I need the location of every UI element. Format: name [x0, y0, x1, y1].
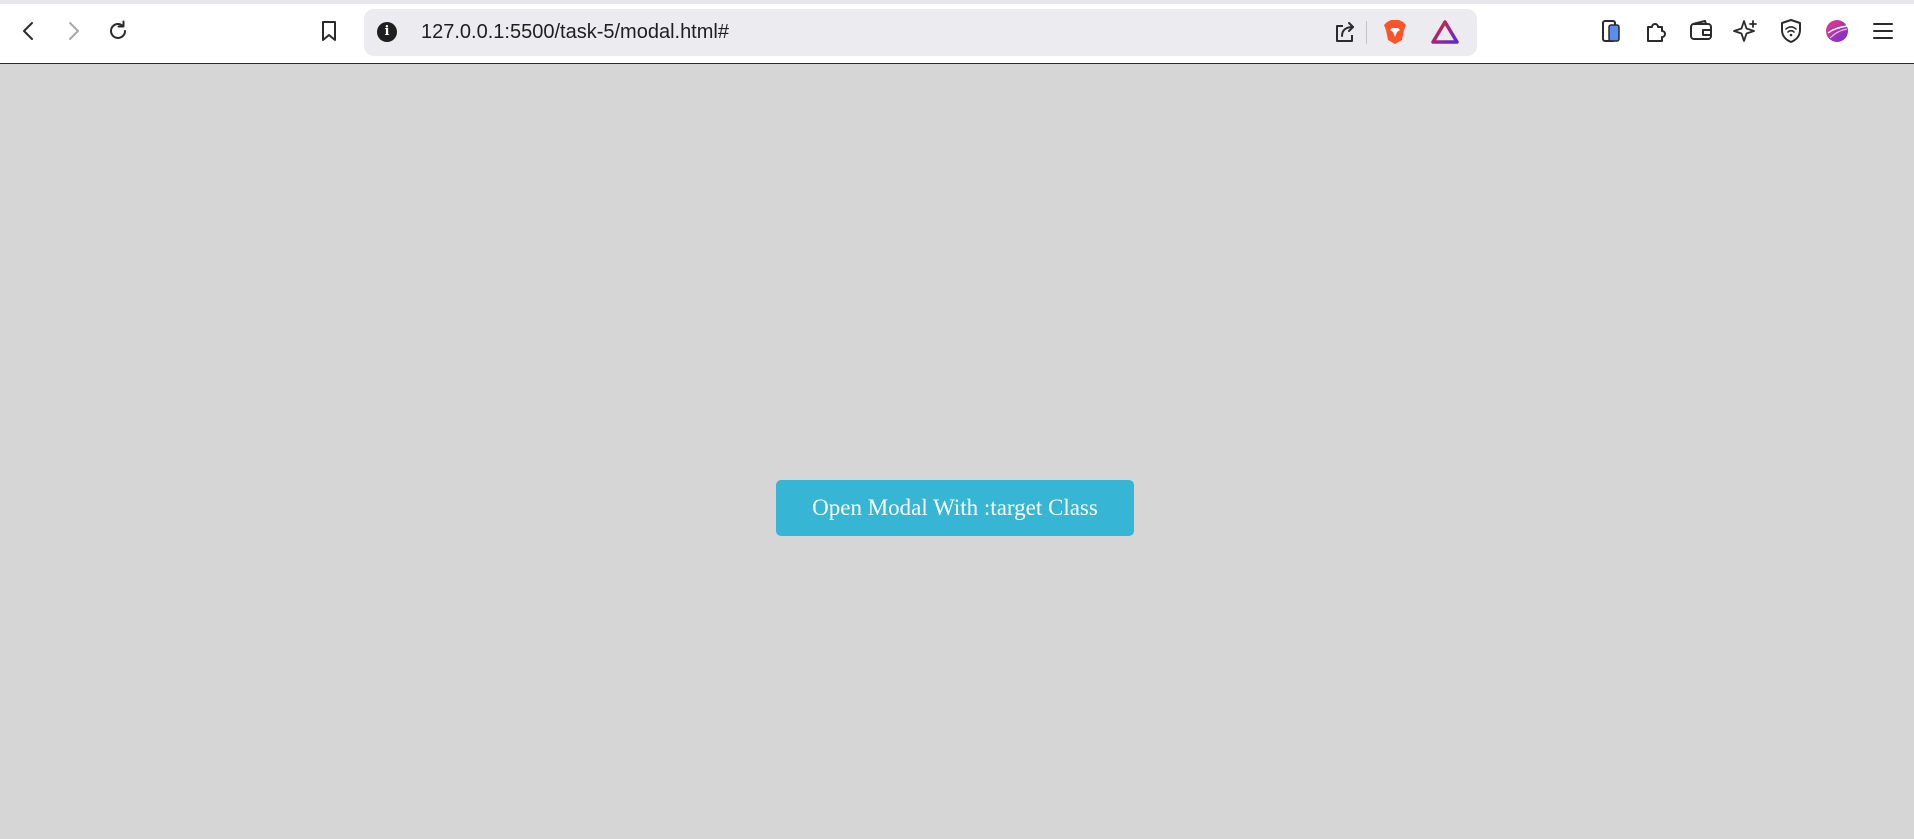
extensions-button[interactable] [1639, 14, 1673, 48]
sidebar-button[interactable] [1594, 14, 1628, 48]
profile-avatar-icon [1826, 20, 1848, 42]
forward-arrow-icon [69, 22, 79, 40]
address-bar[interactable]: i 127.0.0.1:5500/task-5/modal.html# [364, 9, 1477, 56]
sparkle-icon [1733, 20, 1757, 42]
url-text[interactable]: 127.0.0.1:5500/task-5/modal.html# [421, 21, 729, 44]
hamburger-menu-icon [1873, 23, 1893, 39]
bookmark-button[interactable] [312, 14, 346, 48]
brave-shields-button[interactable] [1378, 15, 1412, 49]
reload-button[interactable] [101, 14, 135, 48]
back-button[interactable] [12, 14, 46, 48]
brave-rewards-button[interactable] [1428, 15, 1462, 49]
back-arrow-icon [23, 22, 33, 40]
wallet-icon [1690, 20, 1712, 40]
reload-icon [110, 20, 126, 39]
info-icon[interactable]: i [377, 22, 397, 42]
sidebar-icon [1602, 20, 1620, 42]
leo-button[interactable] [1729, 14, 1763, 48]
vpn-shield-icon [1781, 19, 1801, 43]
bookmark-icon [322, 21, 336, 41]
main-menu-button[interactable] [1866, 14, 1900, 48]
forward-button[interactable] [56, 14, 90, 48]
brave-rewards-triangle-icon [1431, 20, 1459, 44]
brave-lion-icon [1384, 20, 1406, 44]
puzzle-icon [1647, 23, 1666, 42]
urlbar-divider [1366, 21, 1367, 44]
profile-button[interactable] [1820, 14, 1854, 48]
vpn-button[interactable] [1774, 14, 1808, 48]
share-icon [1336, 22, 1354, 42]
page-content: Open Modal With :target Class [0, 64, 1914, 839]
browser-toolbar: i 127.0.0.1:5500/task-5/modal.html# [0, 0, 1914, 64]
open-modal-button[interactable]: Open Modal With :target Class [776, 480, 1134, 536]
share-button[interactable] [1328, 15, 1362, 49]
wallet-button[interactable] [1684, 14, 1718, 48]
